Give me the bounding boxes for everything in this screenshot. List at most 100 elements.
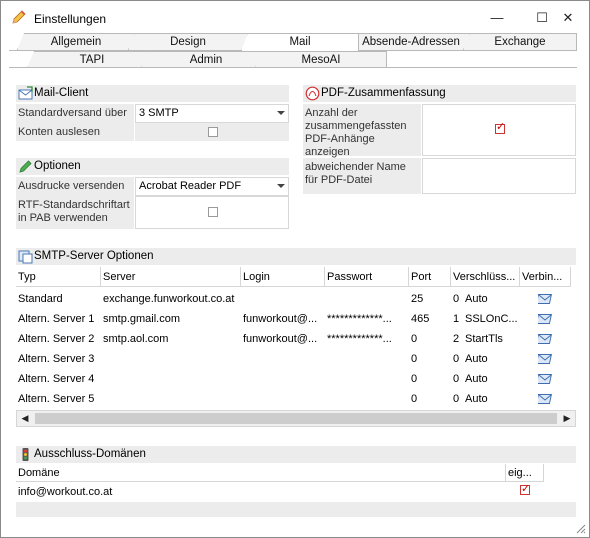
rtf-checkbox[interactable] xyxy=(208,207,218,217)
pdf-name-label: abweichender Name für PDF-Datei xyxy=(303,158,421,194)
maximize-button[interactable]: ☐ xyxy=(528,7,556,29)
rtf-cell xyxy=(135,196,289,229)
standardversand-dropdown[interactable]: 3 SMTP xyxy=(135,104,289,123)
cell-login xyxy=(241,289,325,309)
scroll-left-icon[interactable]: ◀ xyxy=(17,411,33,426)
pdf-header: PDF-Zusammenfassung xyxy=(303,85,576,102)
eig-checkbox[interactable] xyxy=(520,482,530,495)
pdf-title: PDF-Zusammenfassung xyxy=(321,87,446,99)
cell-enc: StartTls xyxy=(465,333,503,345)
konten-checkbox[interactable] xyxy=(208,127,218,137)
col-domaene[interactable]: Domäne xyxy=(16,464,506,482)
scroll-thumb[interactable] xyxy=(35,413,557,424)
tab-tapi[interactable]: TAPI xyxy=(27,51,157,68)
smtp-horizontal-scrollbar[interactable]: ◀ ▶ xyxy=(16,410,576,427)
connection-test-icon[interactable] xyxy=(538,334,552,344)
list-item[interactable]: info@workout.co.at xyxy=(16,482,544,502)
cell-encnum: 0 xyxy=(453,393,460,405)
col-port[interactable]: Port xyxy=(409,267,451,287)
cell-login xyxy=(241,389,325,409)
col-passwort[interactable]: Passwort xyxy=(325,267,409,287)
cell-port: 0 xyxy=(411,373,418,385)
pencil-green-icon xyxy=(19,160,32,173)
standardversand-value: 3 SMTP xyxy=(139,107,179,119)
smtp-title: SMTP-Server Optionen xyxy=(34,250,154,262)
cell-passwort: *************... xyxy=(327,313,392,325)
col-server[interactable]: Server xyxy=(101,267,241,287)
table-row[interactable]: Altern. Server 5 0 0 Auto xyxy=(16,389,571,409)
cell-encnum: 0 xyxy=(453,293,460,305)
tab-absende-adressen[interactable]: Absende-Adressen xyxy=(352,33,470,50)
col-verbindung[interactable]: Verbin... xyxy=(520,267,571,287)
cell-server xyxy=(101,389,241,409)
col-eig[interactable]: eig... xyxy=(506,464,544,482)
tab-exchange[interactable]: Exchange xyxy=(463,33,577,50)
pdf-anzahl-checkbox[interactable] xyxy=(495,121,505,134)
cell-server xyxy=(101,369,241,389)
cell-enc: Auto xyxy=(465,373,488,385)
table-row[interactable]: Standard exchange.funworkout.co.at 25 0 … xyxy=(16,289,571,309)
cell-login xyxy=(241,349,325,369)
pdf-anzahl-label: Anzahl der zusammengefassten PDF-Anhänge… xyxy=(303,104,421,158)
pencil-icon xyxy=(12,10,26,24)
traffic-light-icon xyxy=(22,448,29,461)
close-button[interactable]: ✕ xyxy=(554,7,582,29)
pdf-anzahl-cell xyxy=(422,104,576,156)
ausdrucke-value: Acrobat Reader PDF xyxy=(139,180,242,192)
cell-server: smtp.gmail.com xyxy=(103,313,181,325)
pdf-name-field[interactable] xyxy=(422,158,576,194)
cell-typ: Altern. Server 3 xyxy=(18,353,95,365)
scroll-right-icon[interactable]: ▶ xyxy=(559,411,575,426)
connection-test-icon[interactable] xyxy=(538,294,552,304)
cell-passwort: *************... xyxy=(327,333,392,345)
cell-encnum: 2 xyxy=(453,333,460,345)
optionen-header: Optionen xyxy=(16,158,289,175)
ausdrucke-label: Ausdrucke versenden xyxy=(16,177,134,196)
tab-allgemein[interactable]: Allgemein xyxy=(17,33,135,50)
rtf-label: RTF-Standardschriftart in PAB verwenden xyxy=(16,196,134,229)
tab-mail[interactable]: Mail xyxy=(241,33,359,51)
tab-admin[interactable]: Admin xyxy=(141,51,271,68)
smtp-server-icon xyxy=(18,250,33,264)
col-login[interactable]: Login xyxy=(241,267,325,287)
cell-server: smtp.aol.com xyxy=(103,333,169,345)
table-row[interactable]: Altern. Server 3 0 0 Auto xyxy=(16,349,571,369)
cell-encnum: 1 xyxy=(453,313,460,325)
mail-client-icon xyxy=(18,86,33,100)
ausschluss-header: Ausschluss-Domänen xyxy=(16,446,576,463)
mail-client-title: Mail-Client xyxy=(34,87,89,99)
resize-grip-icon[interactable] xyxy=(574,522,586,534)
cell-typ: Altern. Server 5 xyxy=(18,393,95,405)
cell-enc: SSLOnC... xyxy=(465,313,518,325)
smtp-grid-header: Typ Server Login Passwort Port Verschlüs… xyxy=(16,267,571,287)
connection-test-icon[interactable] xyxy=(538,374,552,384)
konten-label: Konten auslesen xyxy=(16,123,134,141)
table-row[interactable]: Altern. Server 1 smtp.gmail.com funworko… xyxy=(16,309,571,329)
standardversand-label: Standardversand über xyxy=(16,104,134,123)
cell-typ: Altern. Server 1 xyxy=(18,313,95,325)
cell-encnum: 0 xyxy=(453,353,460,365)
cell-port: 465 xyxy=(411,313,430,325)
minimize-button[interactable]: — xyxy=(483,7,511,29)
ausdrucke-dropdown[interactable]: Acrobat Reader PDF xyxy=(135,177,289,196)
tab-mesoai[interactable]: MesoAI xyxy=(255,51,387,68)
connection-test-icon[interactable] xyxy=(538,314,552,324)
settings-window: Einstellungen — ☐ ✕ Allgemein Design Mai… xyxy=(0,0,590,538)
title-bar: Einstellungen — ☐ ✕ xyxy=(1,1,589,33)
cell-passwort xyxy=(325,389,409,409)
cell-enc: Auto xyxy=(465,353,488,365)
cell-passwort xyxy=(325,349,409,369)
cell-passwort xyxy=(325,369,409,389)
cell-domaene: info@workout.co.at xyxy=(18,486,113,498)
connection-test-icon[interactable] xyxy=(538,354,552,364)
col-typ[interactable]: Typ xyxy=(16,267,101,287)
cell-enc: Auto xyxy=(465,393,488,405)
table-row[interactable]: Altern. Server 4 0 0 Auto xyxy=(16,369,571,389)
pdf-icon xyxy=(305,86,320,101)
tab-design[interactable]: Design xyxy=(128,33,248,50)
connection-test-icon[interactable] xyxy=(538,394,552,404)
cell-login xyxy=(241,369,325,389)
mail-client-header: Mail-Client xyxy=(16,85,289,102)
table-row[interactable]: Altern. Server 2 smtp.aol.com funworkout… xyxy=(16,329,571,349)
col-verschluesselung[interactable]: Verschlüss... xyxy=(451,267,520,287)
